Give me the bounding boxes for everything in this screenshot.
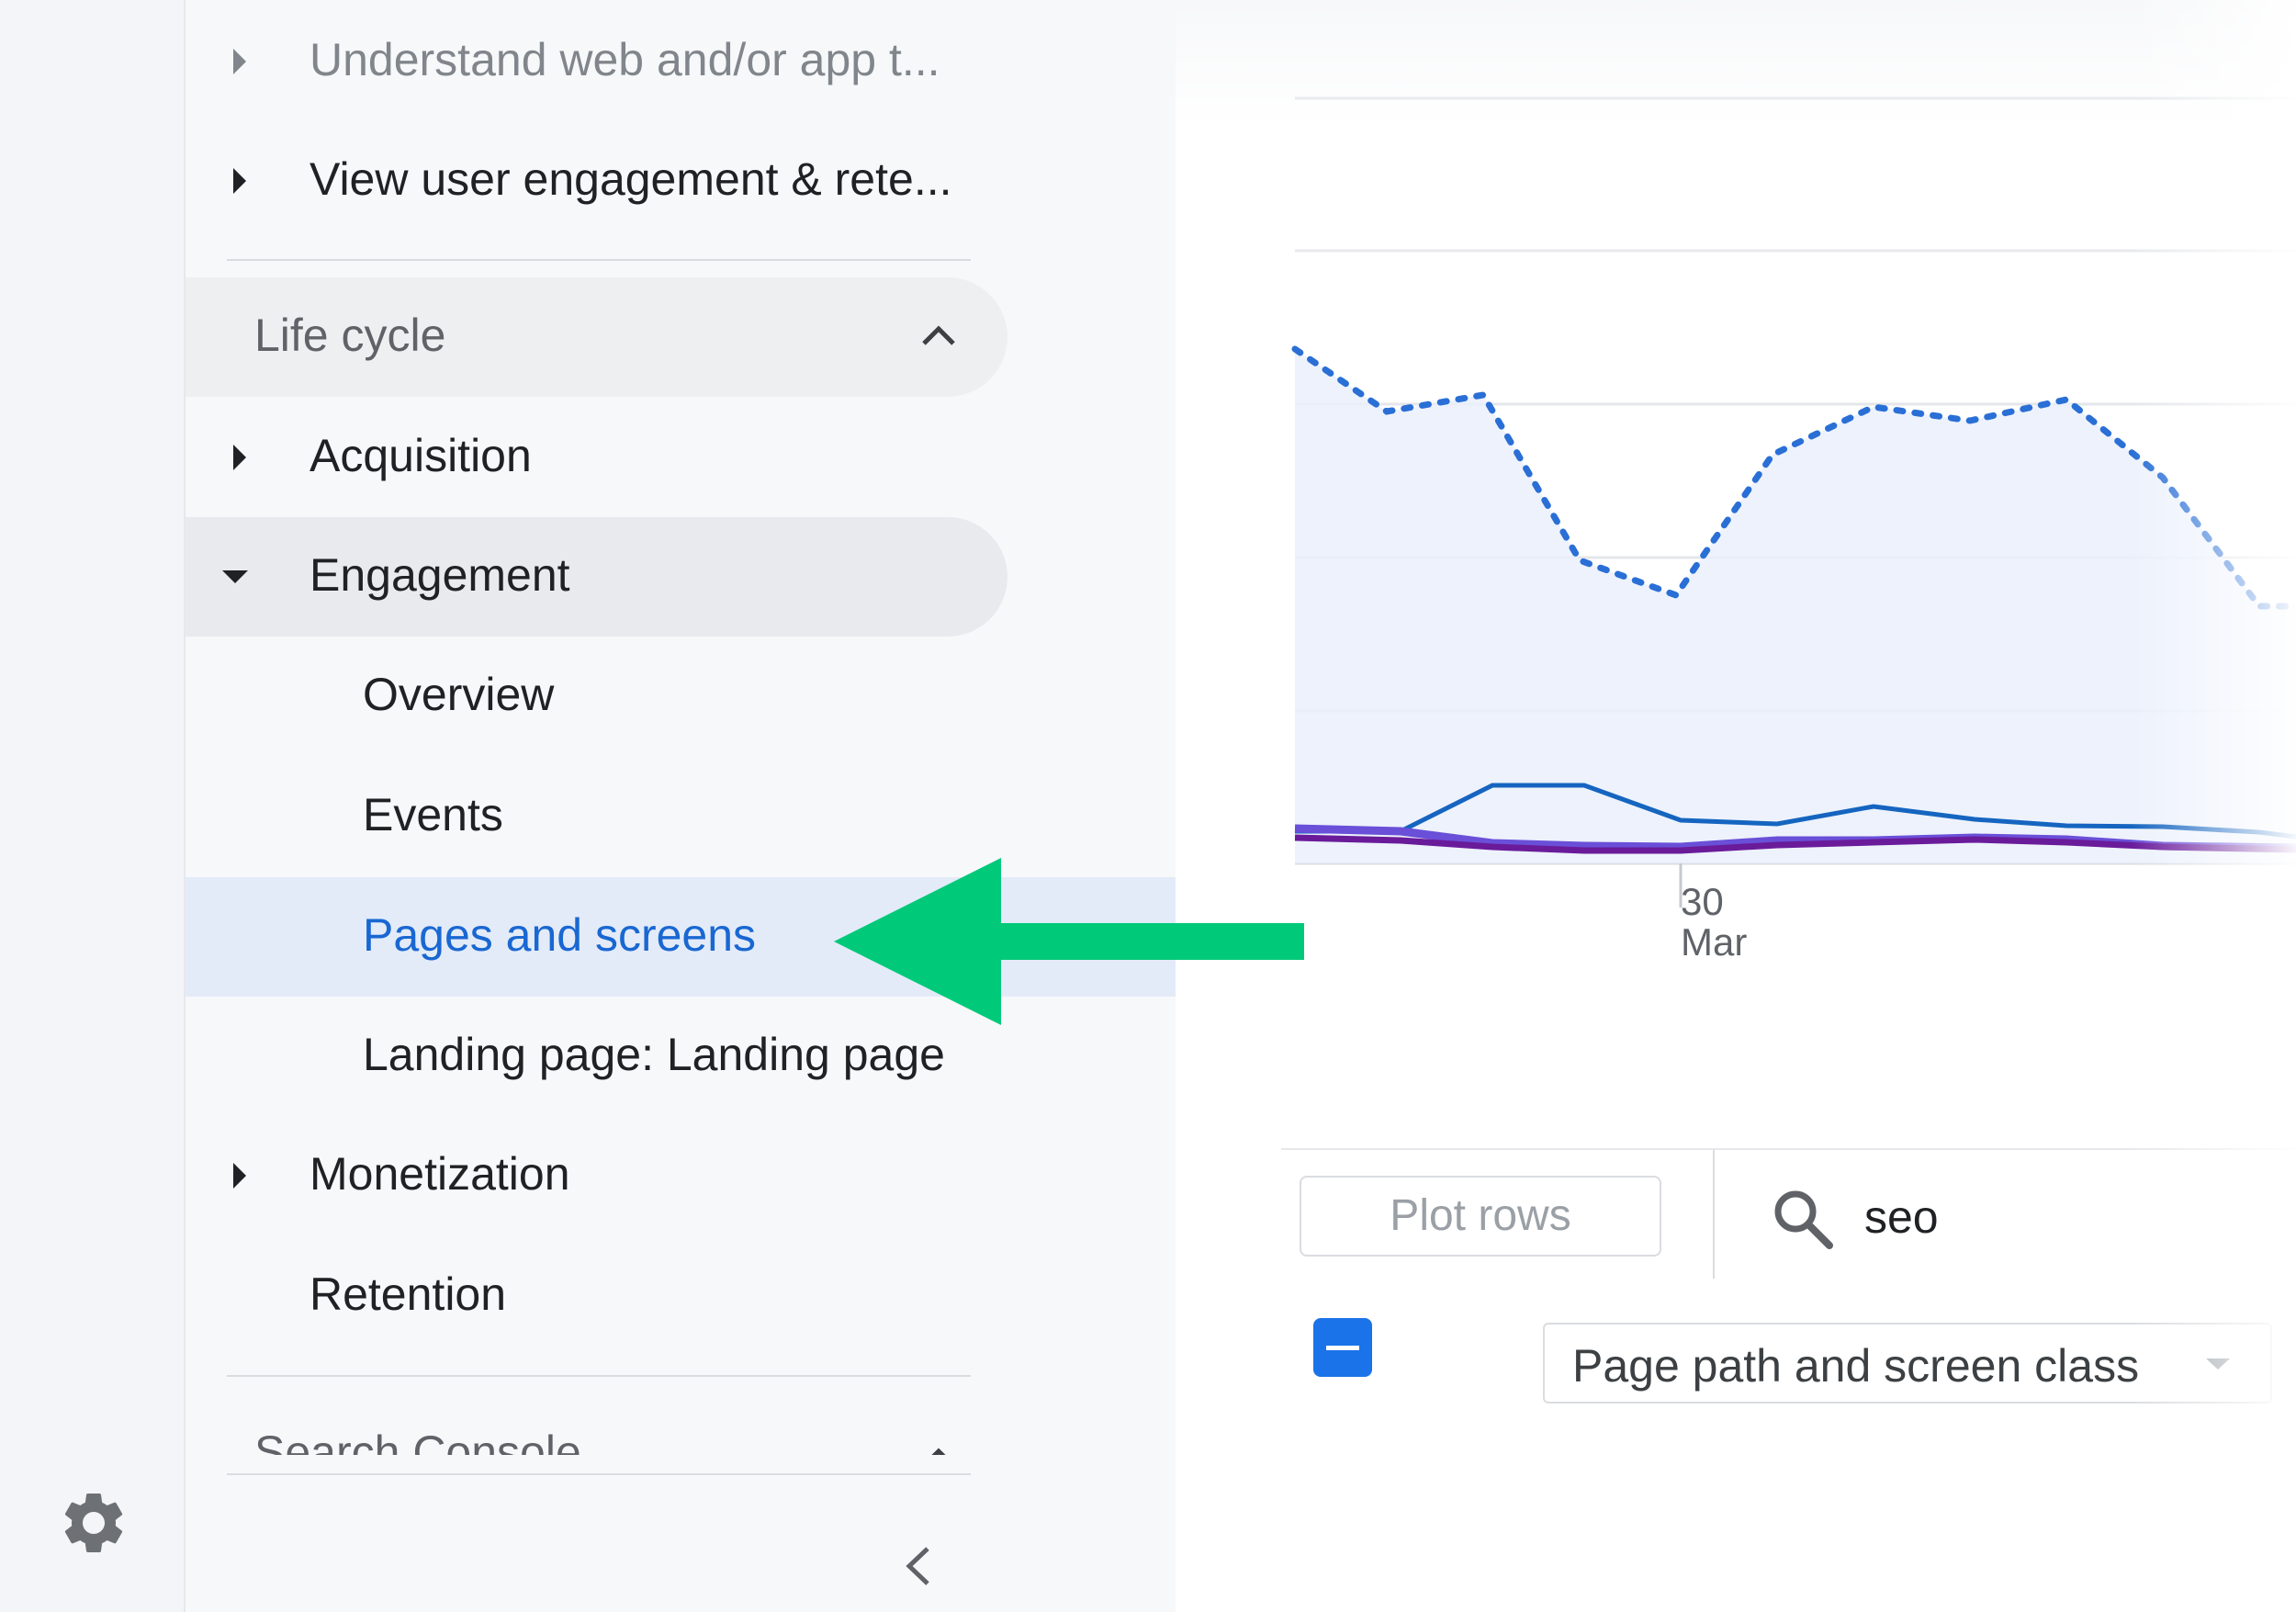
chevron-up-icon[interactable] bbox=[920, 321, 957, 349]
chevron-left-icon[interactable] bbox=[900, 1543, 937, 1589]
sidebar-item-understand[interactable]: Understand web and/or app t... bbox=[186, 2, 1176, 121]
sidebar-item-label: Monetization bbox=[310, 1148, 570, 1200]
section-lifecycle: Life cycle bbox=[186, 277, 1176, 397]
sidebar-item-overview[interactable]: Overview bbox=[186, 637, 1176, 756]
sidebar-item-view-engagement[interactable]: View user engagement & rete... bbox=[186, 121, 1176, 241]
caret-down-icon bbox=[222, 570, 248, 583]
caret-right-icon bbox=[233, 168, 246, 194]
sidebar-item-monetization[interactable]: Monetization bbox=[186, 1116, 1176, 1235]
main-content: 30 Mar Plot rows Page path and screen cl… bbox=[1176, 0, 2296, 1612]
search-input[interactable] bbox=[1864, 1185, 2250, 1249]
dimension-dropdown-label: Page path and screen class bbox=[1572, 1340, 2140, 1392]
divider bbox=[1281, 1148, 2296, 1150]
caret-right-icon bbox=[233, 49, 246, 74]
sidebar-item-label: View user engagement & rete... bbox=[310, 153, 952, 205]
sidebar-item-acquisition[interactable]: Acquisition bbox=[186, 398, 1176, 517]
sidebar-item-label: Engagement bbox=[310, 549, 570, 601]
series-area-fill bbox=[1295, 349, 2296, 863]
checkbox-indeterminate-mark bbox=[1326, 1346, 1359, 1350]
divider bbox=[1713, 1150, 1715, 1279]
x-tick-label-day: 30 bbox=[1681, 880, 1724, 923]
select-all-checkbox[interactable] bbox=[1313, 1318, 1372, 1377]
left-rail bbox=[0, 0, 184, 1612]
divider bbox=[227, 259, 971, 261]
sidebar-item-label: Acquisition bbox=[310, 430, 532, 481]
annotation-arrow-icon bbox=[834, 858, 1304, 1025]
section-label: Search Console bbox=[254, 1426, 581, 1455]
chevron-up-icon bbox=[931, 1448, 946, 1455]
caret-right-icon bbox=[233, 1163, 246, 1189]
divider bbox=[227, 1375, 971, 1377]
search-icon[interactable] bbox=[1771, 1187, 1835, 1251]
gear-icon[interactable] bbox=[57, 1486, 130, 1560]
plot-rows-button[interactable]: Plot rows bbox=[1300, 1176, 1661, 1257]
dimension-dropdown[interactable]: Page path and screen class bbox=[1543, 1323, 2272, 1403]
section-label: Life cycle bbox=[254, 310, 446, 361]
sidebar-item-label: Overview bbox=[363, 669, 555, 720]
sidebar-nav: Understand web and/or app t... View user… bbox=[184, 0, 1177, 1612]
caret-right-icon bbox=[233, 445, 246, 470]
section-search-console[interactable]: Search Console bbox=[186, 1407, 1176, 1455]
sidebar-item-label: Landing page: Landing page bbox=[363, 1029, 945, 1080]
dropdown-arrow-icon bbox=[2206, 1358, 2230, 1370]
divider bbox=[227, 1473, 971, 1475]
engagement-chart bbox=[1291, 96, 2296, 907]
sidebar-item-label: Understand web and/or app t... bbox=[310, 34, 940, 85]
sidebar-item-engagement[interactable]: Engagement bbox=[186, 517, 1176, 637]
x-tick-label-month: Mar bbox=[1681, 920, 1748, 964]
sidebar-item-label: Pages and screens bbox=[363, 909, 757, 961]
sidebar-item-retention[interactable]: Retention bbox=[186, 1236, 1176, 1356]
sidebar-item-label: Retention bbox=[310, 1268, 507, 1320]
sidebar-item-label: Events bbox=[363, 789, 503, 840]
